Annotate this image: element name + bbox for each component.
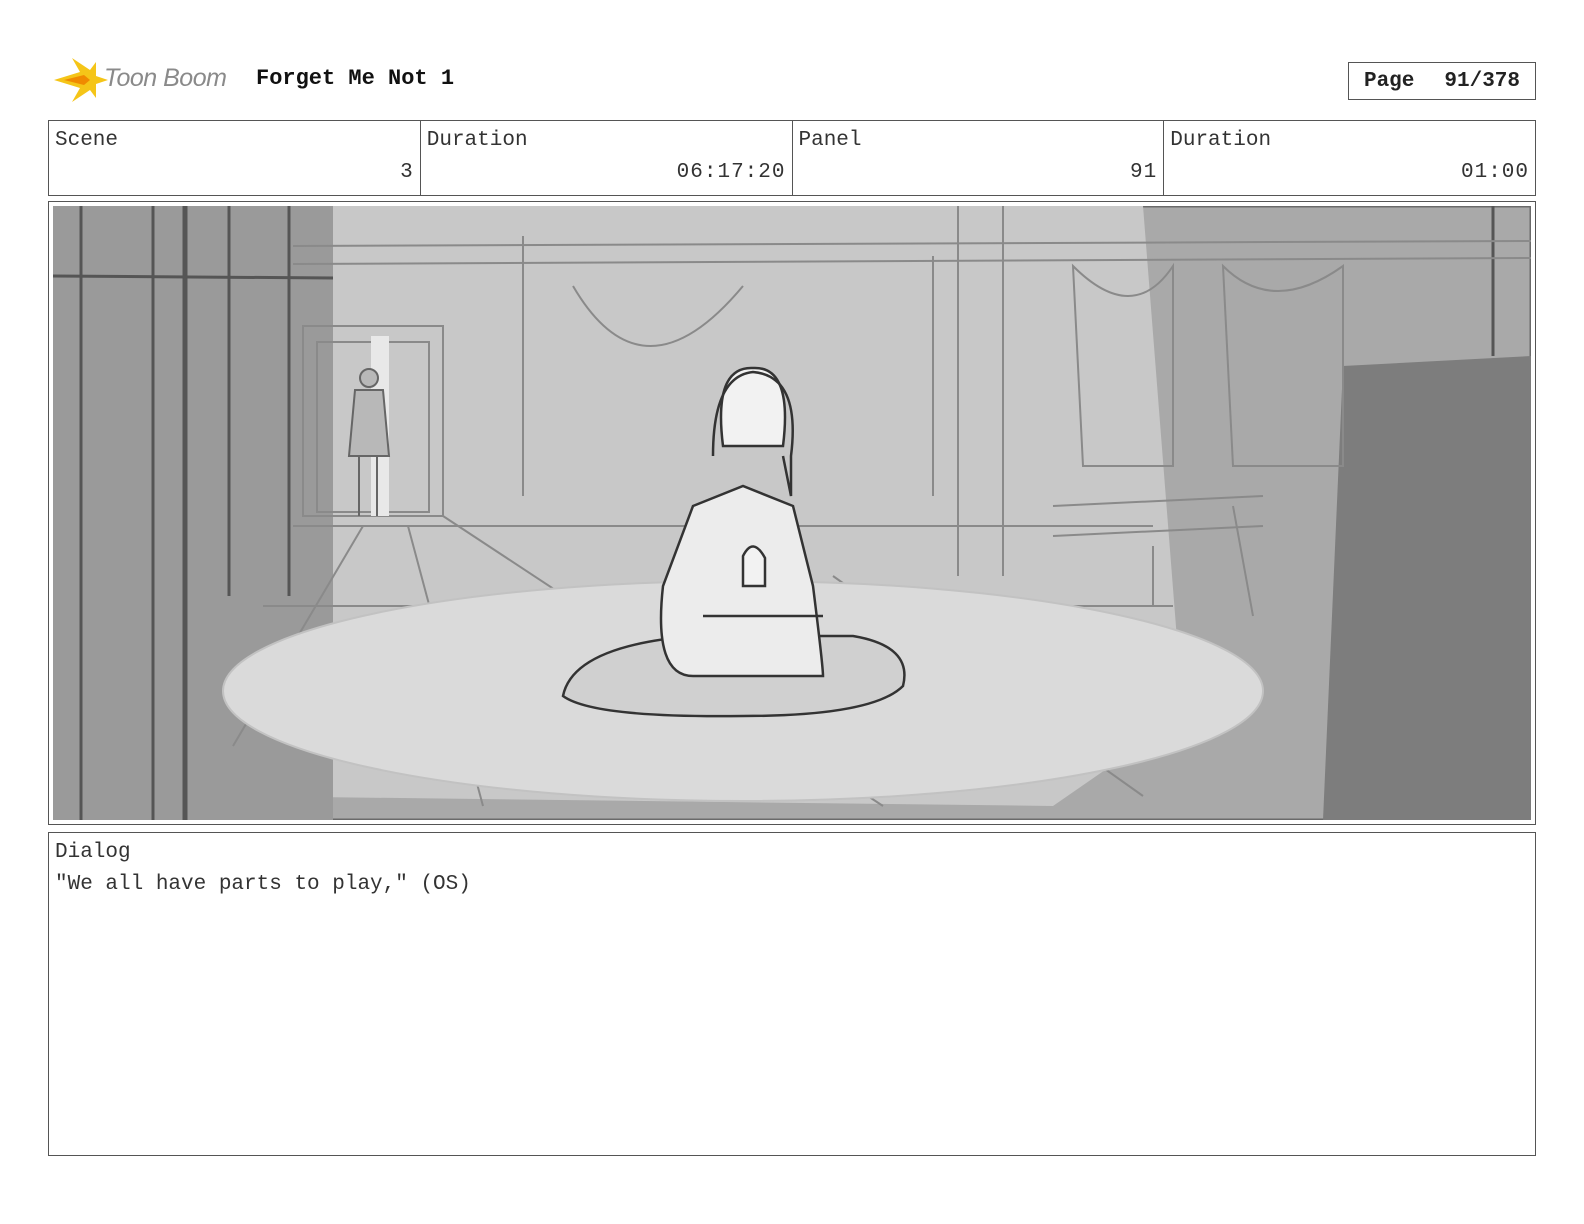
project-title: Forget Me Not 1 bbox=[256, 66, 455, 91]
logo-text: Toon Boom bbox=[104, 64, 227, 92]
dialog-label: Dialog bbox=[55, 841, 131, 864]
page-indicator: Page 91/378 bbox=[1348, 62, 1536, 100]
toon-boom-logo: Toon Boom bbox=[50, 54, 240, 106]
flame-icon bbox=[54, 58, 108, 102]
dialog-box: Dialog "We all have parts to play," (OS) bbox=[48, 832, 1536, 1156]
scene-value: 3 bbox=[400, 161, 414, 184]
dialog-text: "We all have parts to play," (OS) bbox=[55, 873, 471, 896]
panel-duration-value: 01:00 bbox=[1460, 161, 1529, 184]
panel-info-row: Scene 3 Duration 06:17:20 Panel 91 Durat… bbox=[48, 120, 1536, 196]
panel-label: Panel bbox=[798, 129, 862, 152]
panel-duration-label: Duration bbox=[1170, 129, 1272, 152]
page-number: 91/378 bbox=[1444, 69, 1521, 93]
scene-duration-value: 06:17:20 bbox=[676, 161, 786, 184]
scene-label: Scene bbox=[55, 129, 119, 152]
scene-cell: Scene 3 bbox=[49, 121, 421, 195]
scene-duration-cell: Duration 06:17:20 bbox=[421, 121, 793, 195]
panel-cell: Panel 91 bbox=[793, 121, 1165, 195]
storyboard-sketch bbox=[53, 206, 1531, 820]
scene-duration-label: Duration bbox=[426, 129, 528, 152]
page-label: Page bbox=[1363, 69, 1415, 93]
storyboard-panel bbox=[48, 201, 1536, 825]
panel-value: 91 bbox=[1130, 161, 1158, 184]
panel-duration-cell: Duration 01:00 bbox=[1164, 121, 1535, 195]
